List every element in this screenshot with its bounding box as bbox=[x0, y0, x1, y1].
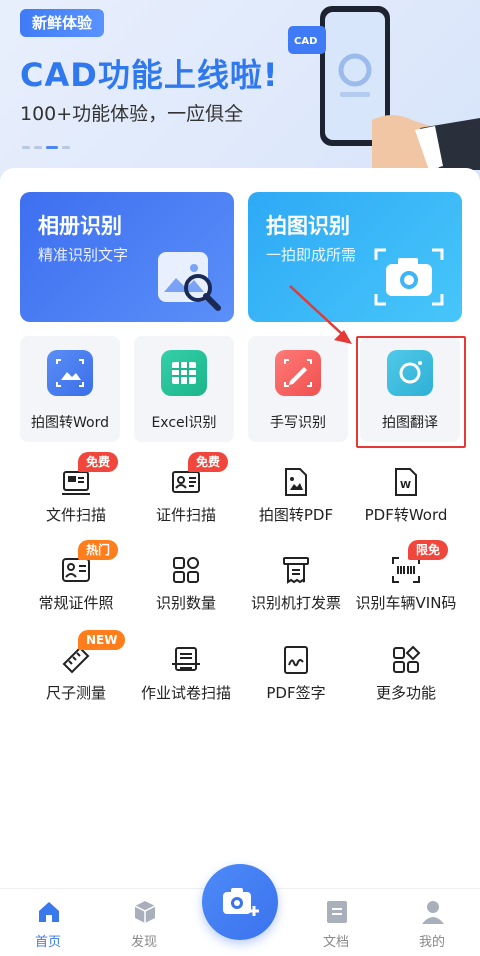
grid-label: 常规证件照 bbox=[38, 594, 114, 612]
grid-invoice-recognition[interactable]: 识别机打发票 bbox=[236, 554, 356, 634]
nav-label: 文档 bbox=[322, 935, 349, 950]
document-icon bbox=[327, 901, 347, 923]
cube-icon bbox=[134, 901, 156, 923]
tile-photo-to-word[interactable]: 拍图转Word bbox=[20, 336, 120, 442]
photo-recognition-card[interactable]: 拍图识别 一拍即成所需 bbox=[248, 192, 462, 322]
camera-plus-icon bbox=[223, 888, 259, 916]
album-recognition-subtitle: 精准识别文字 bbox=[38, 246, 129, 264]
grid-label: 证件扫描 bbox=[155, 506, 216, 524]
highlight-box bbox=[356, 336, 466, 448]
grid-ruler-measure[interactable]: NEW 尺子测量 bbox=[16, 630, 136, 724]
nav-label: 我的 bbox=[418, 935, 445, 950]
badge-new: NEW bbox=[78, 630, 126, 650]
grid-count-recognition[interactable]: 识别数量 bbox=[126, 554, 246, 634]
grid-label: 尺子测量 bbox=[45, 684, 106, 702]
grid-label: 识别机打发票 bbox=[250, 594, 341, 612]
photo-search-icon bbox=[158, 252, 221, 311]
excel-table-icon bbox=[161, 350, 207, 396]
nav-profile[interactable]: 我的 bbox=[384, 889, 480, 956]
main-card: 相册识别 精准识别文字 拍图识别 一拍即成所需 拍图转Word Excel识别 … bbox=[0, 168, 480, 888]
grid-label: 识别数量 bbox=[155, 594, 216, 612]
grid-label: 识别车辆VIN码 bbox=[355, 594, 457, 612]
count-grid-icon bbox=[173, 557, 199, 583]
user-icon bbox=[422, 901, 444, 924]
phone-hand-illustration: CAD bbox=[288, 6, 480, 170]
badge-hot: 热门 bbox=[78, 540, 119, 560]
grid-id-scan[interactable]: 免费 证件扫描 bbox=[126, 452, 246, 546]
grid-label: 作业试卷扫描 bbox=[140, 684, 231, 702]
pagination-dot-active bbox=[46, 146, 58, 149]
signature-icon bbox=[284, 646, 308, 674]
pagination-dot bbox=[34, 146, 42, 149]
badge-free: 免费 bbox=[188, 452, 229, 472]
grid-homework-scan[interactable]: 作业试卷扫描 bbox=[126, 644, 246, 724]
nav-discover[interactable]: 发现 bbox=[96, 889, 192, 956]
nav-label: 首页 bbox=[34, 935, 61, 950]
home-icon bbox=[39, 902, 59, 922]
grid-label: 更多功能 bbox=[375, 684, 436, 702]
tile-label: 拍图转Word bbox=[31, 415, 109, 431]
grid-pdf-to-word[interactable]: W PDF转Word bbox=[346, 466, 466, 546]
badge-limited-free: 限免 bbox=[408, 540, 449, 560]
grid-more-features[interactable]: 更多功能 bbox=[346, 644, 466, 724]
homework-scan-icon bbox=[172, 647, 200, 671]
photo-recognition-title: 拍图识别 bbox=[266, 214, 350, 238]
tile-label: 手写识别 bbox=[270, 415, 326, 431]
nav-documents[interactable]: 文档 bbox=[288, 889, 384, 956]
photo-recognition-subtitle: 一拍即成所需 bbox=[266, 246, 357, 264]
more-apps-icon bbox=[393, 645, 421, 673]
grid-label: PDF签字 bbox=[266, 684, 326, 702]
grid-label: PDF转Word bbox=[364, 506, 448, 524]
invoice-icon bbox=[283, 557, 309, 584]
svg-text:W: W bbox=[400, 480, 411, 491]
tile-excel-recognition[interactable]: Excel识别 bbox=[134, 336, 234, 442]
grid-photo-to-pdf[interactable]: 拍图转PDF bbox=[236, 466, 356, 546]
photo-word-icon bbox=[47, 350, 93, 396]
grid-label: 拍图转PDF bbox=[258, 506, 334, 524]
pagination-dot bbox=[62, 146, 70, 149]
banner-subtitle: 100+功能体验，一应俱全 bbox=[20, 103, 244, 125]
nav-home[interactable]: 首页 bbox=[0, 889, 96, 956]
promo-banner[interactable]: 新鲜体验 CAD功能上线啦! 100+功能体验，一应俱全 CAD bbox=[0, 0, 480, 190]
camera-capture-button[interactable] bbox=[202, 864, 278, 940]
album-recognition-title: 相册识别 bbox=[38, 214, 122, 238]
banner-title: CAD功能上线啦! bbox=[20, 56, 279, 94]
tile-handwriting-recognition[interactable]: 手写识别 bbox=[248, 336, 348, 442]
banner-tag: 新鲜体验 bbox=[20, 9, 105, 37]
image-document-icon bbox=[285, 468, 307, 496]
nav-label: 发现 bbox=[130, 935, 157, 950]
grid-label: 文件扫描 bbox=[45, 506, 106, 524]
badge-free: 免费 bbox=[78, 452, 119, 472]
banner-pagination bbox=[22, 146, 70, 149]
album-recognition-card[interactable]: 相册识别 精准识别文字 bbox=[20, 192, 234, 322]
grid-file-scan[interactable]: 免费 文件扫描 bbox=[16, 452, 136, 546]
camera-scan-icon bbox=[374, 248, 444, 306]
pagination-dot bbox=[22, 146, 30, 149]
pen-icon bbox=[275, 350, 321, 396]
grid-pdf-sign[interactable]: PDF签字 bbox=[236, 644, 356, 724]
word-document-icon: W bbox=[395, 468, 417, 496]
cad-label: CAD bbox=[294, 36, 317, 47]
tile-label: Excel识别 bbox=[151, 415, 217, 431]
grid-vin-recognition[interactable]: 限免 识别车辆VIN码 bbox=[346, 540, 466, 634]
grid-id-photo[interactable]: 热门 常规证件照 bbox=[16, 540, 136, 634]
